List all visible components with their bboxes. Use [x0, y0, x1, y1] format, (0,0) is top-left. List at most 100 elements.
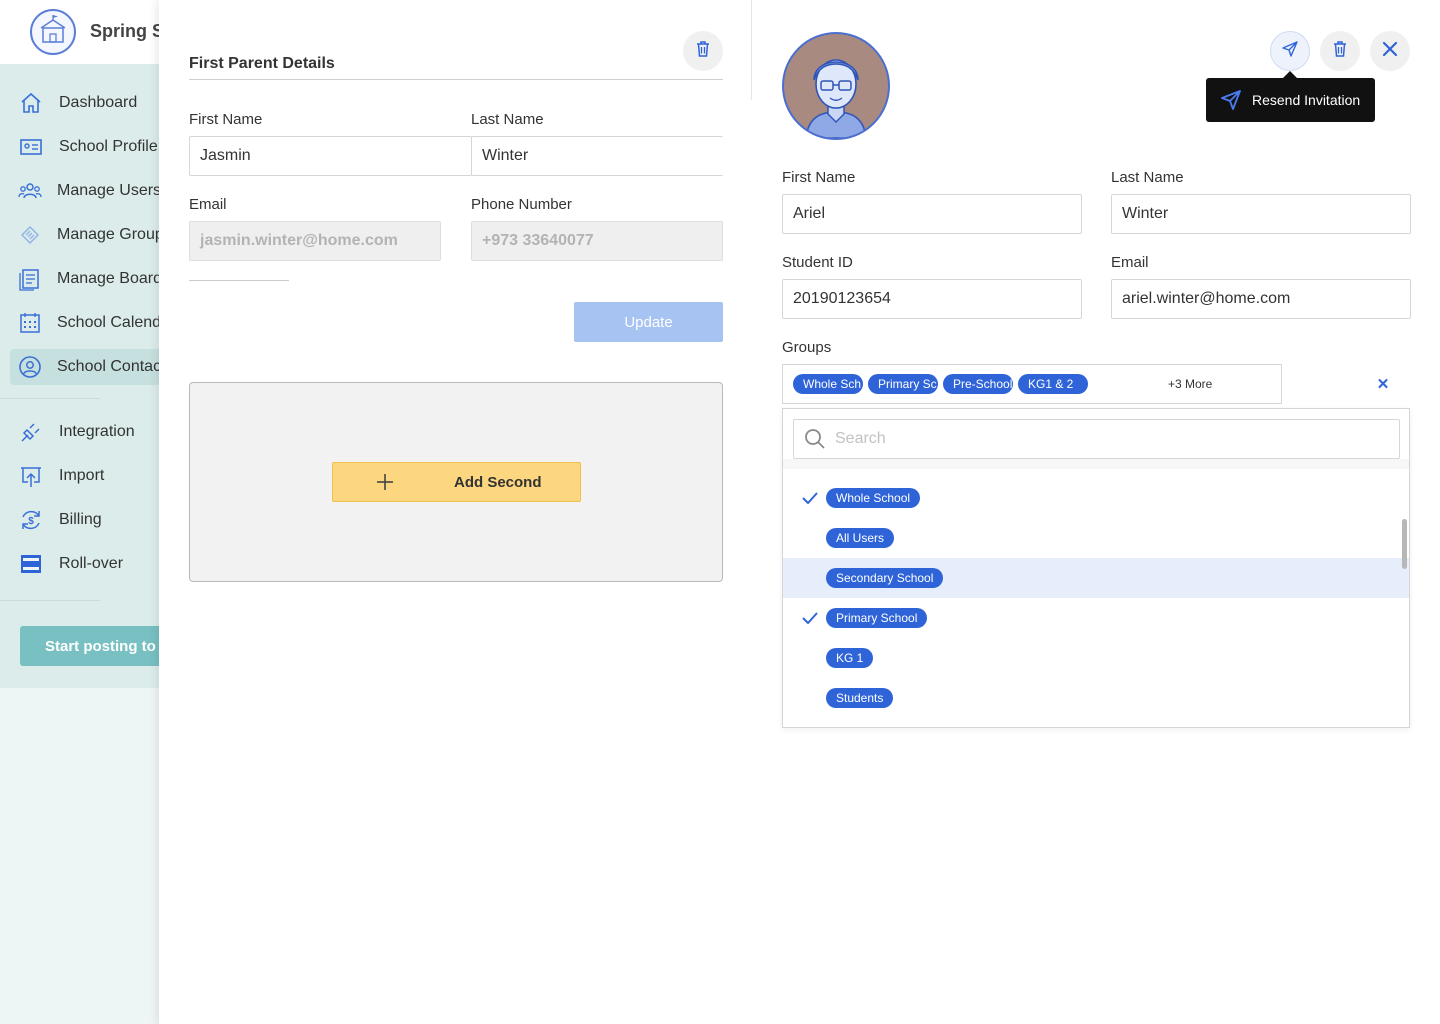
resend-invitation-button[interactable] [1270, 31, 1310, 71]
student-first-name-label: First Name [782, 169, 856, 186]
check-icon [799, 612, 821, 624]
parent-last-name-field[interactable]: Winter [471, 136, 723, 176]
selected-group-chip[interactable]: Pre-School [943, 374, 1013, 394]
start-posting-button[interactable]: Start posting to b [20, 626, 159, 666]
trash-icon [1331, 40, 1349, 63]
parent-phone-field: +973 33640077 [471, 221, 723, 261]
selected-group-chip[interactable]: Primary Sc [868, 374, 938, 394]
sidebar-item-label: Manage Board [57, 270, 159, 287]
group-option[interactable]: Students [783, 678, 1409, 718]
selected-group-chip[interactable]: KG1 & 2 [1018, 374, 1088, 394]
update-button[interactable]: Update [574, 302, 723, 342]
contact-drawer: First Parent Details First Name Jasmin L… [159, 0, 1440, 1024]
short-divider [189, 280, 289, 281]
add-second-parent-button[interactable]: Add Second [332, 462, 581, 502]
more-groups-count[interactable]: +3 More [1168, 377, 1212, 391]
student-first-name-field[interactable]: Ariel [782, 194, 1082, 234]
first-parent-title: First Parent Details [189, 55, 335, 72]
groups-icon [18, 222, 42, 248]
dropdown-scrollbar[interactable] [1402, 519, 1407, 569]
sidebar-item-label: School Calend [57, 314, 159, 331]
nav-divider [0, 398, 100, 399]
group-option[interactable]: Secondary School [783, 558, 1409, 598]
add-second-label: Add Second [454, 473, 542, 491]
check-icon [799, 492, 821, 504]
group-option-chip: Students [826, 688, 894, 708]
groups-label: Groups [782, 339, 832, 356]
close-icon [1382, 41, 1398, 62]
resend-invitation-tooltip: Resend Invitation [1206, 71, 1375, 122]
group-option-chip: All Users [826, 528, 895, 548]
sidebar-item-label: School Contac [57, 358, 159, 375]
send-icon [1219, 88, 1243, 112]
delete-parent-button[interactable] [683, 31, 723, 71]
sidebar-item-import[interactable]: Import [10, 458, 159, 494]
groups-dropdown: Whole School All Users Secondary School … [782, 408, 1410, 728]
sidebar-item-roll-over[interactable]: Roll-over [10, 546, 159, 582]
close-drawer-button[interactable] [1370, 31, 1410, 71]
student-id-field[interactable]: 20190123654 [782, 279, 1082, 319]
plus-icon [370, 469, 400, 495]
group-option-chip: Whole School [826, 488, 921, 508]
sidebar: Spring S Dashboard School Profile Manage… [0, 0, 159, 1024]
id-card-icon [18, 134, 44, 160]
contact-icon [18, 354, 42, 380]
group-option[interactable]: KG 1 [783, 638, 1409, 678]
sidebar-item-label: School Profile [59, 138, 158, 155]
selected-group-chip[interactable]: Whole Sch [793, 374, 863, 394]
groups-select[interactable]: Whole Sch Primary Sc Pre-School KG1 & 2 … [782, 364, 1282, 404]
student-last-name-label: Last Name [1111, 169, 1184, 186]
sidebar-item-school-calendar[interactable]: School Calend [10, 305, 159, 341]
groups-search[interactable] [793, 419, 1400, 459]
school-name: Spring S [90, 21, 159, 41]
sidebar-item-billing[interactable]: $ Billing [10, 502, 159, 538]
board-icon [18, 266, 42, 292]
group-option[interactable]: Primary School [783, 598, 1409, 638]
brand-header: Spring S [0, 0, 159, 64]
group-option[interactable]: Whole School [783, 478, 1409, 518]
group-option-chip: Secondary School [826, 568, 944, 588]
sidebar-item-label: Integration [59, 423, 135, 440]
sidebar-item-manage-users[interactable]: Manage Users [10, 173, 159, 209]
student-email-field[interactable]: ariel.winter@home.com [1111, 279, 1411, 319]
group-option-chip: KG 1 [826, 648, 874, 668]
send-icon [1281, 40, 1299, 63]
dropdown-separator [783, 459, 1409, 469]
nav-divider [0, 600, 100, 601]
sidebar-item-school-contacts[interactable]: School Contac [10, 349, 159, 385]
sidebar-item-school-profile[interactable]: School Profile [10, 129, 159, 165]
import-icon [18, 463, 44, 489]
sidebar-item-label: Manage Group [57, 226, 159, 243]
clear-groups-icon[interactable]: ✕ [1373, 374, 1393, 394]
sidebar-item-manage-groups[interactable]: Manage Group [10, 217, 159, 253]
column-divider [751, 0, 752, 100]
plug-icon [18, 419, 44, 445]
users-icon [18, 178, 42, 204]
search-icon [804, 428, 826, 450]
parent-email-label: Email [189, 196, 227, 213]
sidebar-item-label: Dashboard [59, 94, 138, 111]
group-option[interactable]: All Users [783, 518, 1409, 558]
parent-last-name-label: Last Name [471, 111, 544, 128]
group-option-chip: Primary School [826, 608, 928, 628]
home-icon [18, 90, 44, 116]
student-last-name-field[interactable]: Winter [1111, 194, 1411, 234]
sidebar-item-manage-board[interactable]: Manage Board [10, 261, 159, 297]
student-email-label: Email [1111, 254, 1149, 271]
svg-text:$: $ [28, 516, 34, 527]
add-second-parent-panel: Add Second [189, 382, 723, 582]
sidebar-item-integration[interactable]: Integration [10, 414, 159, 450]
school-logo[interactable] [30, 9, 76, 55]
trash-icon [694, 40, 712, 63]
student-avatar[interactable] [782, 32, 890, 140]
parent-first-name-field[interactable]: Jasmin [189, 136, 472, 176]
section-divider [189, 79, 723, 80]
sidebar-item-label: Roll-over [59, 555, 124, 572]
student-id-label: Student ID [782, 254, 853, 271]
parent-email-field: jasmin.winter@home.com [189, 221, 441, 261]
calendar-icon [18, 310, 42, 336]
parent-first-name-label: First Name [189, 111, 263, 128]
groups-search-input[interactable] [835, 430, 1375, 448]
sidebar-item-dashboard[interactable]: Dashboard [10, 85, 159, 121]
delete-student-button[interactable] [1320, 31, 1360, 71]
